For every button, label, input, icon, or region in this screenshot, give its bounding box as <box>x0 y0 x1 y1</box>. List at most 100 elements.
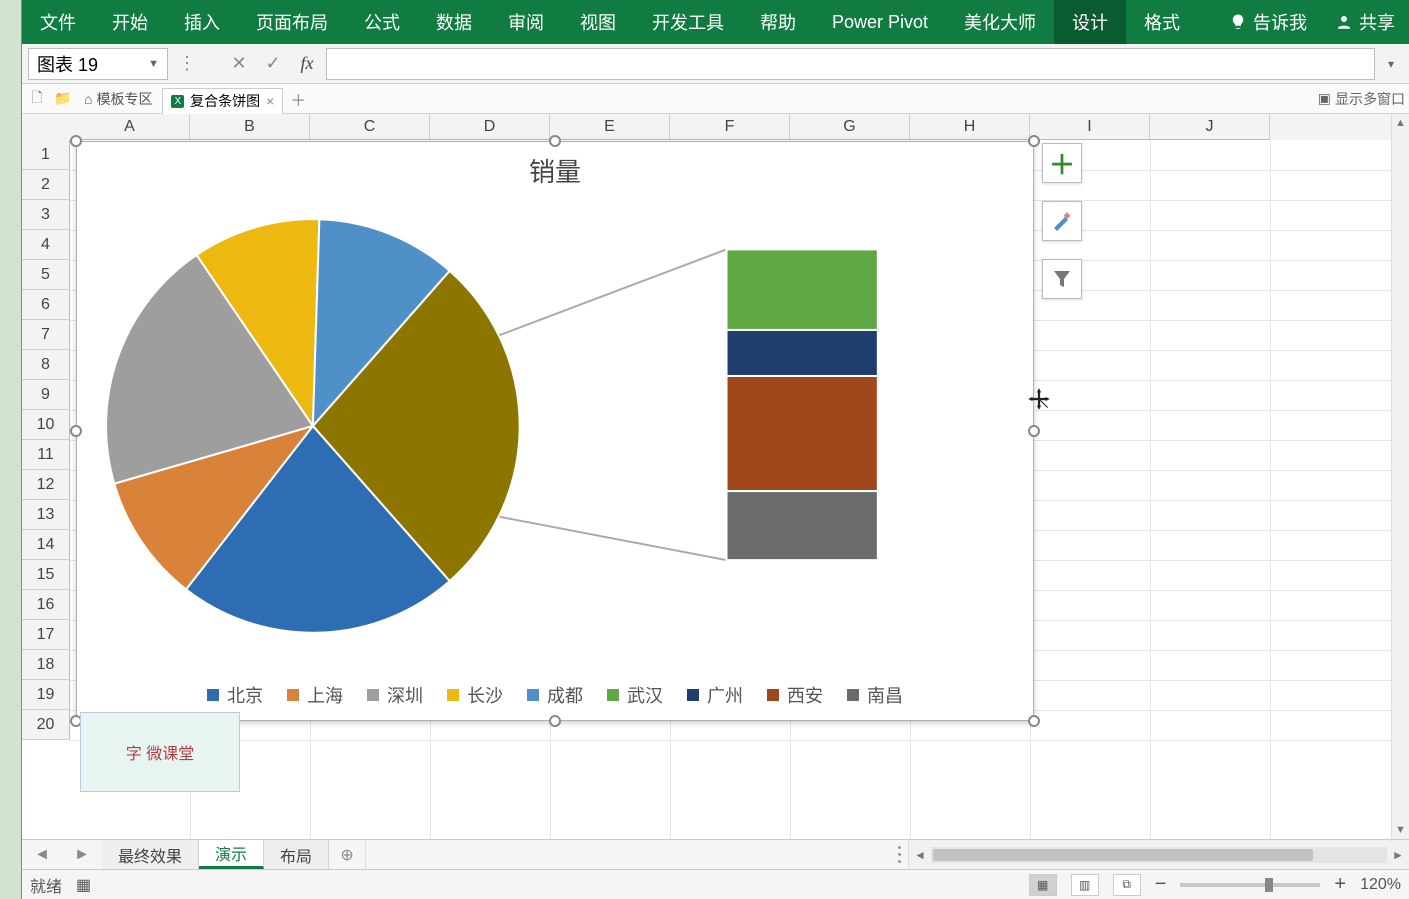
row-header-20[interactable]: 20 <box>22 710 70 740</box>
ribbon-tab-页面布局[interactable]: 页面布局 <box>238 0 346 44</box>
row-header-19[interactable]: 19 <box>22 680 70 710</box>
column-header-I[interactable]: I <box>1030 114 1150 140</box>
column-header-E[interactable]: E <box>550 114 670 140</box>
row-header-1[interactable]: 1 <box>22 140 70 170</box>
zoom-level-label[interactable]: 120% <box>1360 876 1401 894</box>
row-header-5[interactable]: 5 <box>22 260 70 290</box>
scroll-up-icon[interactable]: ▲ <box>1392 114 1409 132</box>
ribbon-tab-帮助[interactable]: 帮助 <box>742 0 814 44</box>
chart-elements-button[interactable]: ＋ <box>1042 143 1082 183</box>
row-header-10[interactable]: 10 <box>22 410 70 440</box>
column-header-F[interactable]: F <box>670 114 790 140</box>
ribbon-tab-格式[interactable]: 格式 <box>1126 0 1198 44</box>
ribbon-tab-文件[interactable]: 文件 <box>22 0 94 44</box>
hscroll-thumb[interactable] <box>933 849 1313 861</box>
column-header-G[interactable]: G <box>790 114 910 140</box>
show-multi-window-button[interactable]: ▣ 显示多窗口 <box>1318 89 1405 109</box>
chart-object[interactable]: 销量 北京上海深圳长沙成都武汉广州西安南昌 <box>76 141 1034 721</box>
view-pagelayout-button[interactable]: ▥ <box>1071 874 1099 896</box>
sheet-nav-next[interactable]: ► <box>62 840 102 869</box>
chart-styles-button[interactable] <box>1042 201 1082 241</box>
add-sheet-button[interactable]: ⊕ <box>329 840 365 869</box>
legend-item-长沙[interactable]: 长沙 <box>447 682 503 708</box>
hscroll-left-icon[interactable]: ◄ <box>909 848 931 862</box>
formula-bar-expand-icon[interactable]: ▾ <box>1379 57 1403 71</box>
name-box-dropdown-icon[interactable]: ▼ <box>148 58 159 70</box>
row-header-12[interactable]: 12 <box>22 470 70 500</box>
new-tab-button[interactable]: ＋ <box>287 88 309 110</box>
chart-handle[interactable] <box>1028 135 1040 147</box>
legend-item-广州[interactable]: 广州 <box>687 682 743 708</box>
ribbon-tab-插入[interactable]: 插入 <box>166 0 238 44</box>
scroll-down-icon[interactable]: ▼ <box>1392 821 1409 839</box>
row-header-16[interactable]: 16 <box>22 590 70 620</box>
legend-item-北京[interactable]: 北京 <box>207 682 263 708</box>
hscroll-right-icon[interactable]: ► <box>1387 848 1409 862</box>
chart-title[interactable]: 销量 <box>77 152 1033 189</box>
ribbon-tab-审阅[interactable]: 审阅 <box>490 0 562 44</box>
bar-segment-广州[interactable] <box>727 330 878 376</box>
chart-handle[interactable] <box>1028 715 1040 727</box>
legend-item-深圳[interactable]: 深圳 <box>367 682 423 708</box>
column-header-B[interactable]: B <box>190 114 310 140</box>
workbook-tab[interactable]: X 复合条饼图 × <box>162 88 283 114</box>
row-header-6[interactable]: 6 <box>22 290 70 320</box>
row-header-14[interactable]: 14 <box>22 530 70 560</box>
ribbon-tab-设计[interactable]: 设计 <box>1054 0 1126 44</box>
column-header-H[interactable]: H <box>910 114 1030 140</box>
sheet-tab-最终效果[interactable]: 最终效果 <box>102 840 199 869</box>
row-header-17[interactable]: 17 <box>22 620 70 650</box>
ribbon-tab-开发工具[interactable]: 开发工具 <box>634 0 742 44</box>
tell-me-button[interactable]: 告诉我 <box>1215 0 1321 44</box>
zoom-knob[interactable] <box>1265 878 1273 892</box>
row-header-3[interactable]: 3 <box>22 200 70 230</box>
ribbon-tab-开始[interactable]: 开始 <box>94 0 166 44</box>
column-header-C[interactable]: C <box>310 114 430 140</box>
ribbon-tab-视图[interactable]: 视图 <box>562 0 634 44</box>
name-box[interactable]: 图表 19 ▼ <box>28 48 168 80</box>
bar-segment-南昌[interactable] <box>727 491 878 560</box>
row-header-7[interactable]: 7 <box>22 320 70 350</box>
zoom-in-button[interactable]: + <box>1334 873 1346 896</box>
view-normal-button[interactable]: ▦ <box>1029 874 1057 896</box>
confirm-entry-icon[interactable]: ✓ <box>258 49 288 79</box>
new-doc-icon[interactable]: 🗋 <box>26 88 48 110</box>
close-tab-icon[interactable]: × <box>266 93 274 109</box>
legend-item-西安[interactable]: 西安 <box>767 682 823 708</box>
insert-function-icon[interactable]: fx <box>292 49 322 79</box>
sheet-tab-演示[interactable]: 演示 <box>199 840 264 869</box>
row-header-13[interactable]: 13 <box>22 500 70 530</box>
sheet-nav-prev[interactable]: ◄ <box>22 840 62 869</box>
row-header-2[interactable]: 2 <box>22 170 70 200</box>
legend-item-南昌[interactable]: 南昌 <box>847 682 903 708</box>
chart-legend[interactable]: 北京上海深圳长沙成都武汉广州西安南昌 <box>77 682 1033 708</box>
row-header-18[interactable]: 18 <box>22 650 70 680</box>
cancel-entry-icon[interactable]: ✕ <box>224 49 254 79</box>
bar-segment-西安[interactable] <box>727 376 878 491</box>
chart-handle[interactable] <box>70 135 82 147</box>
ribbon-tab-美化大师[interactable]: 美化大师 <box>946 0 1054 44</box>
zoom-out-button[interactable]: − <box>1155 873 1167 896</box>
share-button[interactable]: 共享 <box>1321 0 1409 44</box>
formula-input[interactable] <box>326 48 1375 80</box>
bar-segment-武汉[interactable] <box>727 249 878 330</box>
ribbon-tab-公式[interactable]: 公式 <box>346 0 418 44</box>
tab-split-handle[interactable] <box>898 844 904 865</box>
macro-record-icon[interactable]: ▦ <box>76 875 91 895</box>
row-header-11[interactable]: 11 <box>22 440 70 470</box>
ribbon-tab-Power Pivot[interactable]: Power Pivot <box>814 0 946 44</box>
sheet-tab-布局[interactable]: 布局 <box>264 840 329 869</box>
grid[interactable]: ABCDEFGHIJ 12345678910111213141516171819… <box>22 114 1391 839</box>
view-pagebreak-button[interactable]: ⧉ <box>1113 874 1141 896</box>
chart-handle[interactable] <box>549 715 561 727</box>
fb-more-icon[interactable]: ⋮ <box>172 49 202 79</box>
open-folder-icon[interactable]: 📁 <box>52 88 74 110</box>
hscroll-track[interactable] <box>931 847 1387 863</box>
template-zone-button[interactable]: ⌂ 模板专区 <box>78 89 158 109</box>
legend-item-武汉[interactable]: 武汉 <box>607 682 663 708</box>
chart-handle[interactable] <box>1028 425 1040 437</box>
column-header-A[interactable]: A <box>70 114 190 140</box>
legend-item-上海[interactable]: 上海 <box>287 682 343 708</box>
ribbon-tab-数据[interactable]: 数据 <box>418 0 490 44</box>
chart-filters-button[interactable] <box>1042 259 1082 299</box>
